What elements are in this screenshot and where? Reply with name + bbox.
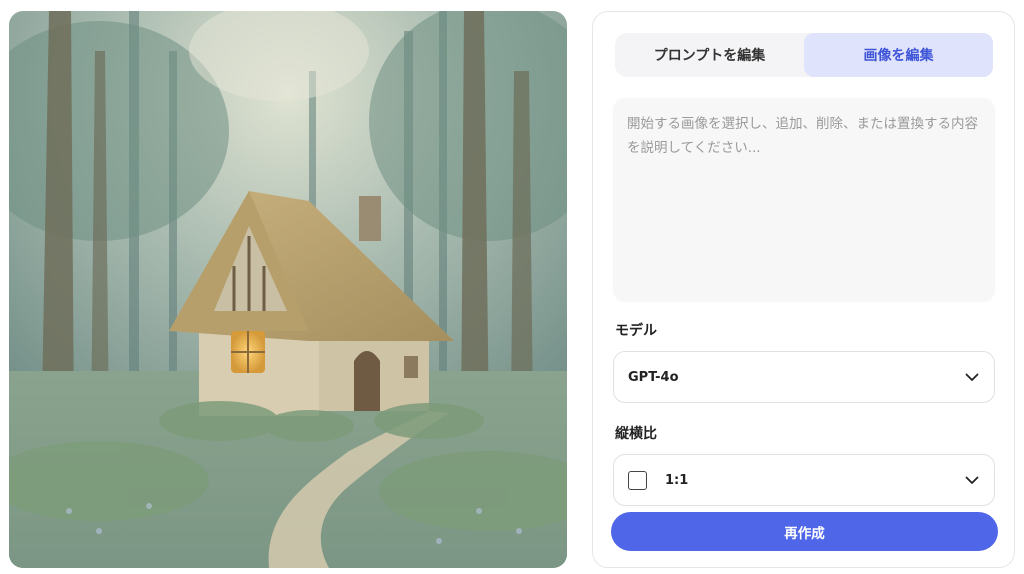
aspect-ratio-select[interactable]: 1:1 bbox=[613, 454, 995, 506]
model-selected-value: GPT-4o bbox=[628, 369, 679, 385]
aspect-ratio-selected-value: 1:1 bbox=[665, 472, 689, 488]
chevron-down-icon bbox=[965, 476, 979, 484]
model-select[interactable]: GPT-4o bbox=[613, 351, 995, 403]
tab-edit-prompt[interactable]: プロンプトを編集 bbox=[615, 33, 804, 77]
generated-image[interactable] bbox=[9, 11, 567, 568]
square-icon bbox=[628, 470, 647, 490]
edit-panel: プロンプトを編集 画像を編集 モデル GPT-4o 縦横比 1:1 再作成 bbox=[592, 11, 1015, 568]
mode-tabs: プロンプトを編集 画像を編集 bbox=[615, 33, 993, 77]
aspect-ratio-label: 縦横比 bbox=[615, 426, 657, 442]
tab-edit-image[interactable]: 画像を編集 bbox=[804, 33, 993, 77]
chevron-down-icon bbox=[965, 373, 979, 381]
cottage-forest-illustration bbox=[9, 11, 567, 568]
regenerate-button[interactable]: 再作成 bbox=[611, 512, 998, 551]
edit-description-input[interactable] bbox=[613, 98, 995, 302]
model-label: モデル bbox=[615, 323, 657, 339]
